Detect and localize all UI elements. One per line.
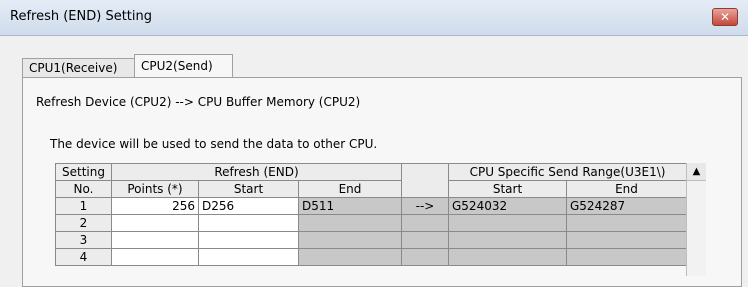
cpu-start-cell: G524032 bbox=[448, 197, 567, 215]
header-points: Points (*) bbox=[111, 180, 199, 198]
row-number: 2 bbox=[55, 214, 112, 232]
cpu-end-cell bbox=[566, 231, 687, 249]
points-cell[interactable] bbox=[111, 231, 199, 249]
end-cell bbox=[298, 214, 402, 232]
device-note: The device will be used to send the data… bbox=[50, 137, 378, 151]
start-cell[interactable] bbox=[198, 214, 299, 232]
tab-cpu2-send[interactable]: CPU2(Send) bbox=[134, 54, 233, 78]
row-number: 3 bbox=[55, 231, 112, 249]
header-setting: Setting bbox=[55, 163, 112, 181]
row-number: 4 bbox=[55, 248, 112, 266]
end-cell bbox=[298, 248, 402, 266]
header-no: No. bbox=[55, 180, 112, 198]
table-row: 1 256 D256 D511 --> G524032 G524287 bbox=[55, 197, 687, 215]
vertical-scrollbar[interactable]: ▲ bbox=[686, 163, 706, 276]
header-cpu-start: Start bbox=[448, 180, 567, 198]
header-end: End bbox=[298, 180, 402, 198]
table-row: 3 bbox=[55, 231, 687, 249]
row-number: 1 bbox=[55, 197, 112, 215]
arrow-cell bbox=[401, 231, 449, 249]
cpu-end-cell: G524287 bbox=[566, 197, 687, 215]
start-cell[interactable] bbox=[198, 231, 299, 249]
header-start: Start bbox=[198, 180, 299, 198]
points-cell[interactable] bbox=[111, 248, 199, 266]
cpu-end-cell bbox=[566, 248, 687, 266]
points-cell[interactable]: 256 bbox=[111, 197, 199, 215]
header-refresh-end: Refresh (END) bbox=[111, 163, 402, 181]
header-cpu-send-range: CPU Specific Send Range(U3E1\) bbox=[448, 163, 687, 181]
scroll-up-icon[interactable]: ▲ bbox=[687, 163, 706, 181]
end-cell bbox=[298, 231, 402, 249]
arrow-cell bbox=[401, 214, 449, 232]
window-title: Refresh (END) Setting bbox=[10, 9, 152, 24]
start-cell[interactable]: D256 bbox=[198, 197, 299, 215]
table-row: 4 bbox=[55, 248, 687, 266]
start-cell[interactable] bbox=[198, 248, 299, 266]
table-row: 2 bbox=[55, 214, 687, 232]
cpu-start-cell bbox=[448, 248, 567, 266]
arrow-cell bbox=[401, 248, 449, 266]
cpu-start-cell bbox=[448, 231, 567, 249]
end-cell: D511 bbox=[298, 197, 402, 215]
points-cell[interactable] bbox=[111, 214, 199, 232]
header-arrow-blank bbox=[401, 163, 449, 198]
tab-cpu1-receive[interactable]: CPU1(Receive) bbox=[22, 58, 136, 77]
title-bar: Refresh (END) Setting ✕ bbox=[0, 0, 748, 36]
close-button[interactable]: ✕ bbox=[712, 8, 738, 26]
refresh-setting-table: Setting Refresh (END) CPU Specific Send … bbox=[55, 163, 687, 266]
header-cpu-end: End bbox=[566, 180, 687, 198]
cpu-end-cell bbox=[566, 214, 687, 232]
cpu-start-cell bbox=[448, 214, 567, 232]
refresh-device-heading: Refresh Device (CPU2) --> CPU Buffer Mem… bbox=[36, 95, 361, 109]
arrow-cell: --> bbox=[401, 197, 449, 215]
